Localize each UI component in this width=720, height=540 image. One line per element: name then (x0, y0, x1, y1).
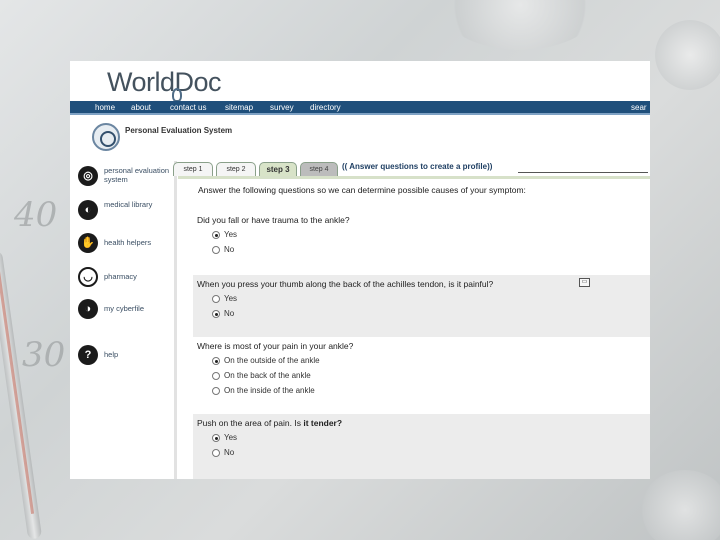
sidebar-item-personal-evaluation[interactable]: ◎ personal evaluation system (78, 166, 173, 196)
evaluation-icon: ◎ (78, 166, 98, 186)
sidebar-item-health-helpers[interactable]: ✋ health helpers (78, 233, 173, 263)
nav-contact-us[interactable]: contact us (170, 103, 206, 112)
sidebar-item-pharmacy[interactable]: ◡ pharmacy (78, 267, 173, 297)
nav-home[interactable]: home (95, 103, 115, 112)
nav-survey[interactable]: survey (270, 103, 294, 112)
sidebar-item-label: medical library (104, 200, 153, 209)
option-label: On the outside of the ankle (224, 356, 320, 365)
question-text: Push on the area of pain. Is it tender? (197, 418, 342, 428)
sidebar-item-label: pharmacy (104, 272, 137, 281)
evaluation-system-logo-icon (92, 123, 120, 151)
tab-step-4[interactable]: step 4 (300, 162, 338, 176)
radio-button[interactable] (212, 387, 220, 395)
top-navigation-bar: home about contact us sitemap survey dir… (70, 101, 650, 115)
sidebar-item-label: health helpers (104, 238, 152, 247)
radio-button[interactable] (212, 246, 220, 254)
question-block: Where is most of your pain in your ankle… (193, 337, 650, 409)
radio-button[interactable] (212, 295, 220, 303)
background-blob (440, 0, 600, 50)
content-top-rule (178, 176, 650, 179)
radio-button[interactable] (212, 372, 220, 380)
question-text: Did you fall or have trauma to the ankle… (197, 215, 350, 225)
sidebar-item-help[interactable]: ? help (78, 345, 173, 375)
nav-directory[interactable]: directory (310, 103, 341, 112)
sidebar-item-label: my cyberfile (104, 304, 145, 313)
question-text: When you press your thumb along the back… (197, 279, 494, 289)
tab-step-2[interactable]: step 2 (216, 162, 256, 176)
background-blob (655, 20, 720, 90)
background-blob (640, 470, 720, 540)
info-icon[interactable]: ▭ (579, 278, 590, 287)
sidebar-divider (174, 161, 177, 479)
hint-underline (518, 172, 648, 173)
option-label: Yes (224, 433, 238, 442)
tab-step-1[interactable]: step 1 (173, 162, 213, 176)
nav-sitemap[interactable]: sitemap (225, 103, 253, 112)
question-block: Did you fall or have trauma to the ankle… (193, 211, 650, 267)
radio-button-selected[interactable] (212, 231, 220, 239)
nav-about[interactable]: about (131, 103, 151, 112)
radio-button-selected[interactable] (212, 434, 220, 442)
option-label: No (224, 245, 235, 254)
background-number: 40 (14, 195, 58, 235)
step-instruction: (( Answer questions to create a profile)… (342, 162, 493, 171)
option-label: On the back of the ankle (224, 371, 311, 380)
radio-button-selected[interactable] (212, 357, 220, 365)
webpage-screenshot: WorldDoc home about contact us sitemap s… (70, 61, 650, 479)
question-text: Where is most of your pain in your ankle… (197, 341, 354, 351)
cyberfile-icon: ◑ (78, 299, 98, 319)
tab-step-3[interactable]: step 3 (259, 162, 297, 176)
sidebar-item-label: help (104, 350, 119, 359)
worlddoc-logo[interactable]: WorldDoc (107, 67, 222, 98)
sidebar-item-my-cyberfile[interactable]: ◑ my cyberfile (78, 299, 173, 329)
option-label: No (224, 309, 235, 318)
question-text-prefix: Push on the area of pain. Is (197, 418, 304, 428)
option-label: On the inside of the ankle (224, 386, 315, 395)
sidebar-item-label: personal evaluation system (104, 166, 170, 184)
radio-button[interactable] (212, 449, 220, 457)
questionnaire-intro: Answer the following questions so we can… (198, 185, 526, 195)
background-number: 30 (22, 335, 66, 375)
thermometer-image (0, 250, 43, 540)
question-block: Push on the area of pain. Is it tender? … (193, 414, 650, 479)
radio-button-selected[interactable] (212, 310, 220, 318)
helpers-icon: ✋ (78, 233, 98, 253)
option-label: Yes (224, 230, 238, 239)
sidebar-item-medical-library[interactable]: ◐ medical library (78, 200, 173, 230)
library-icon: ◐ (78, 200, 98, 220)
question-block: When you press your thumb along the back… (193, 275, 650, 337)
pharmacy-icon: ◡ (78, 267, 98, 287)
option-label: No (224, 448, 235, 457)
help-icon: ? (78, 345, 98, 365)
question-text-emphasis: it tender? (303, 418, 343, 428)
logo-symbol-icon (172, 88, 182, 102)
nav-search[interactable]: sear (631, 103, 647, 112)
option-label: Yes (224, 294, 238, 303)
system-title: Personal Evaluation System (125, 126, 233, 135)
